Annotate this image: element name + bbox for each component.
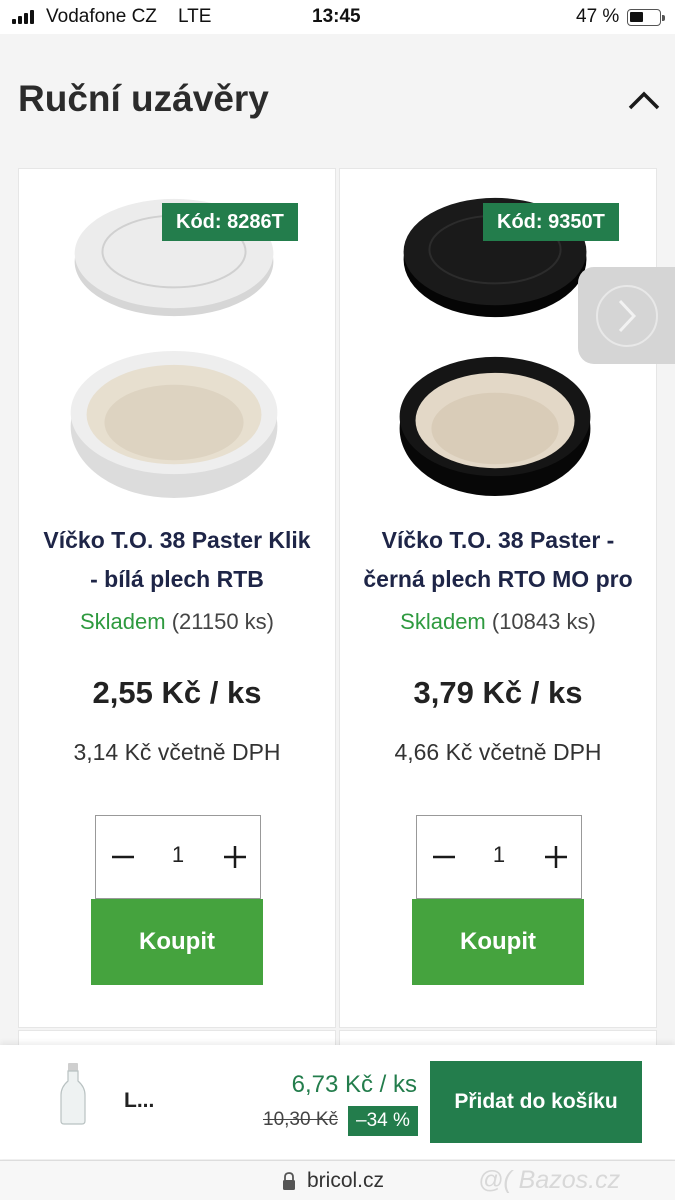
old-price: 10,30 Kč (263, 1109, 338, 1130)
lock-icon (283, 1172, 295, 1190)
discount-badge: –34 % (348, 1106, 418, 1136)
browser-url-bar[interactable]: bricol.cz @( Bazos.cz (0, 1160, 675, 1200)
minus-icon[interactable] (429, 842, 459, 872)
stock-status: Skladem (21150 ks) (19, 609, 335, 635)
product-name-line[interactable]: Víčko T.O. 38 Paster Klik (25, 521, 329, 560)
price: 3,79 Kč / ks (413, 675, 583, 710)
battery-icon (627, 9, 665, 26)
product-code-badge: Kód: 8286T (162, 203, 298, 241)
sticky-product-name[interactable]: L... (124, 1089, 154, 1113)
price: 2,55 Kč / ks (92, 675, 262, 710)
product-name[interactable]: Víčko T.O. 38 Paster - černá plech RTO M… (340, 521, 656, 599)
minus-icon[interactable] (108, 842, 138, 872)
section-title: Ruční uzávěry (18, 78, 269, 119)
add-to-cart-button[interactable]: Přidat do košíku (430, 1061, 642, 1143)
plus-icon[interactable] (220, 842, 250, 872)
product-name[interactable]: Víčko T.O. 38 Paster Klik - bílá plech R… (19, 521, 335, 599)
screen: Vodafone CZ LTE 13:45 47 % Ruční uzávěry… (0, 0, 675, 1200)
stock-count: (10843 ks) (491, 609, 596, 634)
carousel-next-button[interactable] (578, 267, 675, 364)
signal-icon (12, 10, 38, 24)
stock-status: Skladem (10843 ks) (340, 609, 656, 635)
product-name-line[interactable]: Víčko T.O. 38 Paster - (346, 521, 650, 560)
price-with-vat: 4,66 Kč včetně DPH (394, 739, 602, 765)
chevron-right-icon (618, 299, 637, 333)
product-card[interactable]: Kód: 8286T Víčko T.O. 38 Paster Klik - b… (18, 168, 336, 1028)
sale-price: 6,73 Kč / ks (291, 1071, 417, 1098)
watermark: @( Bazos.cz (478, 1166, 621, 1194)
buy-button[interactable]: Koupit (412, 899, 584, 985)
stock-label: Skladem (79, 609, 166, 634)
stock-label: Skladem (400, 609, 486, 634)
section-header[interactable]: Ruční uzávěry (0, 34, 675, 166)
carrier-name: Vodafone CZ (46, 6, 157, 27)
sticky-cart-bar: L... 6,73 Kč / ks 10,30 Kč –34 % Přidat … (0, 1045, 675, 1159)
status-bar: Vodafone CZ LTE 13:45 47 % (0, 0, 675, 34)
plus-icon[interactable] (541, 842, 571, 872)
quantity-input[interactable]: 1 (467, 842, 531, 868)
price-with-vat: 3,14 Kč včetně DPH (73, 739, 281, 765)
chevron-up-icon[interactable] (626, 88, 662, 112)
stock-count: (21150 ks) (171, 609, 275, 634)
bottle-thumbnail[interactable] (58, 1061, 88, 1125)
quantity-input[interactable]: 1 (146, 842, 210, 868)
url-text[interactable]: bricol.cz (307, 1169, 384, 1193)
buy-button[interactable]: Koupit (91, 899, 263, 985)
battery-percent: 47 % (576, 6, 620, 27)
quantity-stepper[interactable]: 1 (95, 815, 261, 899)
quantity-stepper[interactable]: 1 (416, 815, 582, 899)
product-name-line[interactable]: - bílá plech RTB (25, 560, 329, 599)
clock: 13:45 (312, 6, 361, 27)
product-name-line[interactable]: černá plech RTO MO pro (346, 560, 650, 599)
product-code-badge: Kód: 9350T (483, 203, 619, 241)
network-type: LTE (178, 6, 212, 27)
